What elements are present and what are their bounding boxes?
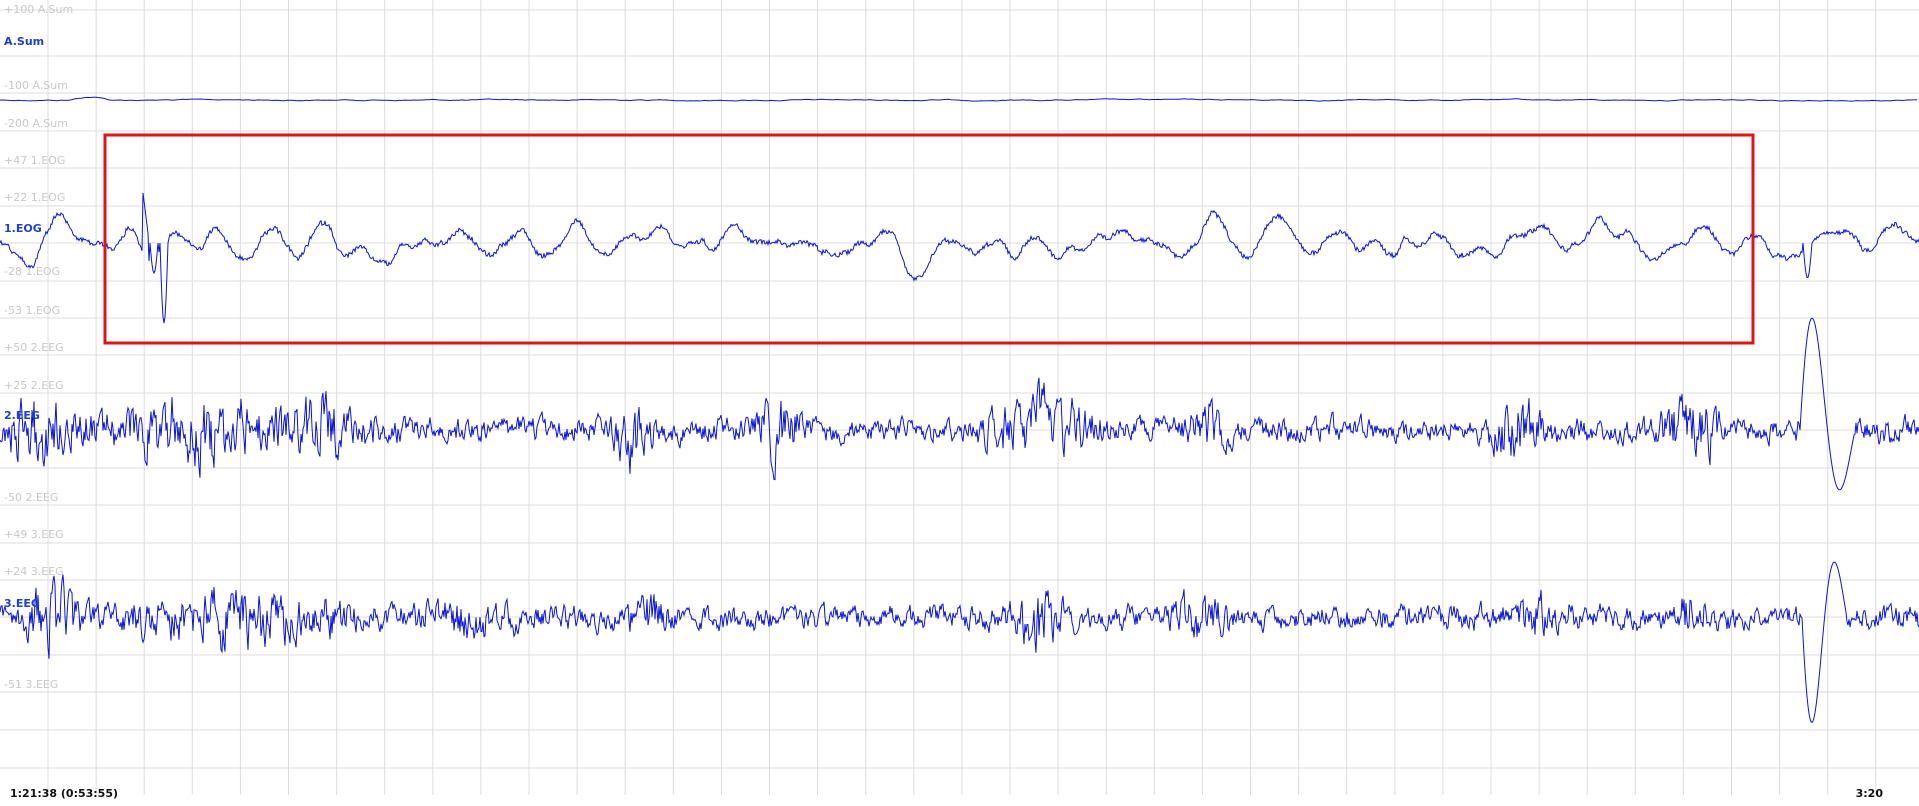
scale-label: -200 A.Sum [4,117,68,130]
channel-label-asum: A.Sum [4,35,45,48]
scale-label: +100 A.Sum [4,3,74,16]
scale-label: -100 A.Sum [4,79,68,92]
eeg-chart [0,0,1919,795]
scale-label: +47 1.EOG [4,154,66,167]
scale-label: -50 2.EEG [4,491,59,504]
scale-label: -28 1.EOG [4,265,61,278]
scale-label: -51 3.EEG [4,678,59,691]
channel-label-eeg2: 2.EEG [4,409,40,422]
scale-label: +50 2.EEG [4,341,64,354]
channel-label-eog: 1.EOG [4,222,42,235]
trace-eeg3 [0,561,1919,724]
scale-label: +49 3.EEG [4,528,64,541]
end-time-label: 3:20 [1855,787,1883,800]
start-time-label: 1:21:38 (0:53:55) [10,787,119,800]
scale-label: +25 2.EEG [4,379,64,392]
scale-label: -53 1.EOG [4,304,61,317]
traces [0,96,1919,724]
trace-eog [0,192,1919,324]
scale-label: +24 3.EEG [4,565,64,578]
grid-lines [0,0,1919,795]
highlight-box[interactable] [103,133,1755,345]
trace-asum [0,96,1918,102]
scale-label: +22 1.EOG [4,191,66,204]
channel-label-eeg3: 3.EEG [4,597,40,610]
